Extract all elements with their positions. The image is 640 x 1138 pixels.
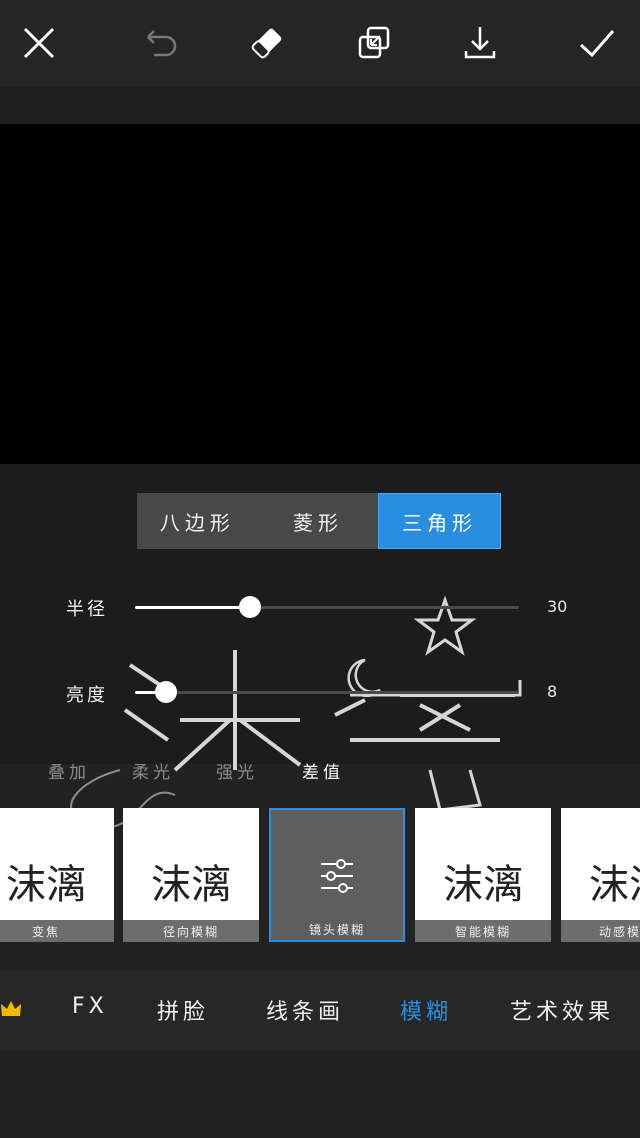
effect-lens-blur[interactable]: 镜头模糊 — [269, 808, 405, 942]
effect-thumbnails: 沫漓 变焦 沫漓 径向模糊 镜头模糊 沫漓 智能模糊 沫漓 动感模 — [0, 808, 640, 944]
effect-label: 变焦 — [0, 920, 114, 942]
confirm-button[interactable] — [573, 18, 621, 68]
radius-value: 30 — [547, 597, 568, 616]
category-sketch[interactable]: 线条画 — [266, 994, 344, 1026]
blend-option-hard-light[interactable]: 强光 — [216, 758, 258, 783]
radius-slider-fill — [135, 606, 251, 609]
thumb-preview-text: 沫漓 — [443, 862, 523, 908]
category-blur[interactable]: 模糊 — [400, 994, 452, 1026]
blend-option-soft-light[interactable]: 柔光 — [132, 758, 174, 783]
brightness-label: 亮度 — [66, 685, 108, 706]
effect-label: 镜头模糊 — [271, 918, 403, 940]
download-icon — [464, 27, 496, 59]
top-toolbar — [0, 0, 640, 86]
layers-button[interactable] — [350, 18, 398, 68]
effect-motion-blur[interactable]: 沫漓 动感模 — [561, 808, 640, 942]
radius-slider[interactable] — [135, 596, 519, 618]
close-button[interactable] — [15, 18, 63, 68]
close-icon — [23, 27, 55, 59]
undo-button[interactable] — [136, 18, 184, 68]
effect-radial-blur[interactable]: 沫漓 径向模糊 — [123, 808, 259, 942]
blend-option-difference[interactable]: 差值 — [302, 758, 344, 783]
radius-label: 半径 — [66, 599, 108, 620]
effect-label: 动感模 — [561, 920, 640, 942]
sliders-icon — [321, 859, 353, 893]
thumb-preview-text: 沫漓 — [6, 862, 86, 908]
category-art-effects[interactable]: 艺术效果 — [510, 994, 614, 1026]
effect-category-bar: FX 拼脸 线条画 模糊 艺术效果 — [0, 970, 640, 1050]
shape-selector: 八边形 菱形 三角形 — [137, 493, 502, 549]
shape-option-triangle[interactable]: 三角形 — [378, 493, 502, 549]
check-icon — [579, 30, 615, 58]
blend-mode-bar: 叠加 柔光 强光 差值 — [0, 752, 640, 788]
crown-icon[interactable] — [0, 999, 22, 1019]
bottom-area — [0, 1050, 640, 1138]
effect-label: 径向模糊 — [123, 920, 259, 942]
brightness-slider[interactable] — [135, 681, 519, 703]
brightness-slider-thumb[interactable] — [154, 681, 177, 703]
undo-icon — [147, 30, 177, 57]
blend-option-overlay[interactable]: 叠加 — [48, 758, 90, 783]
layers-icon — [358, 26, 390, 59]
shape-option-octagon[interactable]: 八边形 — [137, 493, 258, 549]
thumb-preview-text: 沫漓 — [151, 862, 231, 908]
effect-zoom[interactable]: 沫漓 变焦 — [0, 808, 114, 942]
shape-option-diamond[interactable]: 菱形 — [257, 493, 379, 549]
toolbar-divider — [0, 86, 640, 124]
download-button[interactable] — [456, 18, 504, 68]
eraser-button[interactable] — [243, 18, 291, 68]
eraser-icon — [251, 28, 282, 59]
category-face-swap[interactable]: 拼脸 — [157, 994, 209, 1026]
thumb-preview-text: 沫漓 — [589, 862, 640, 908]
effect-label: 智能模糊 — [415, 920, 551, 942]
category-fx[interactable]: FX — [72, 994, 108, 1019]
brightness-value: 8 — [547, 682, 558, 701]
effect-smart-blur[interactable]: 沫漓 智能模糊 — [415, 808, 551, 942]
